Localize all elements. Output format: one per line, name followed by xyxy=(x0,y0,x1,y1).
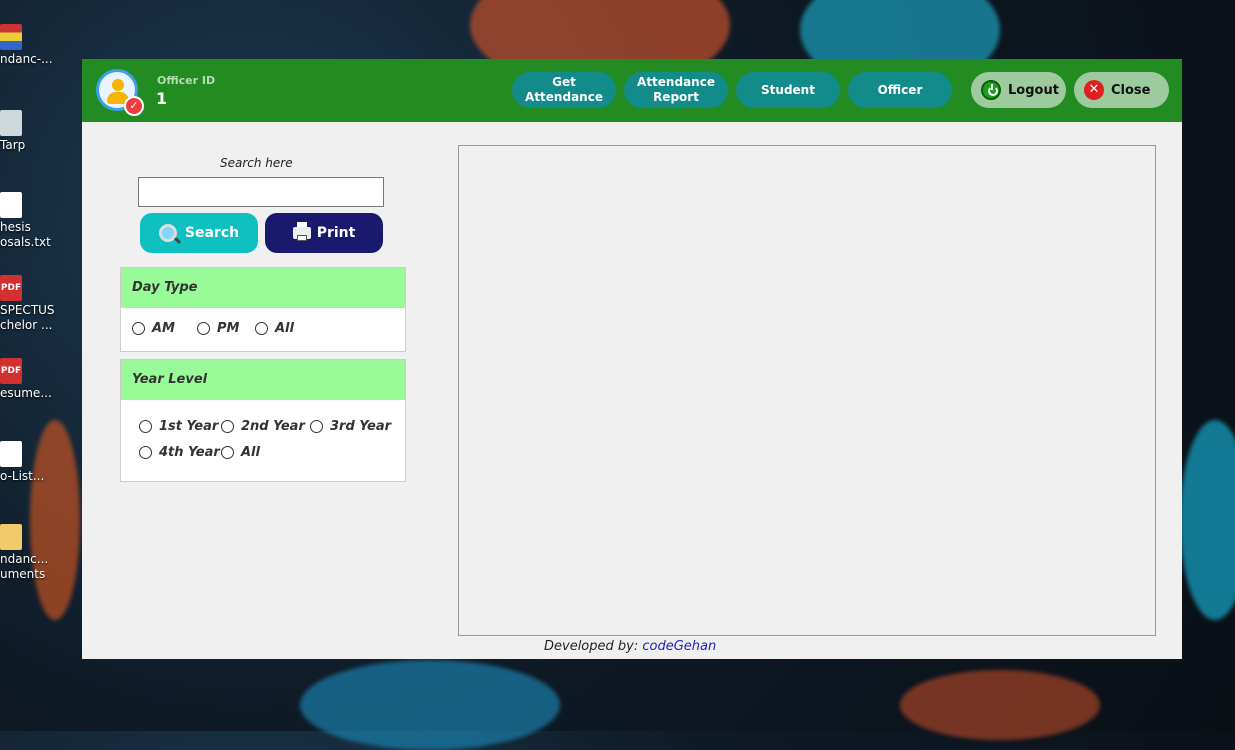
search-button[interactable]: Search xyxy=(140,213,258,253)
radio-circle[interactable] xyxy=(255,322,268,335)
radio-circle[interactable] xyxy=(221,420,234,433)
report-preview-area[interactable] xyxy=(458,145,1156,636)
year-level-title: Year Level xyxy=(121,360,405,400)
desktop-icon[interactable]: PDF SPECTUS chelor ... xyxy=(0,275,78,333)
pdf-badge: PDF xyxy=(0,283,22,293)
footer-credit: Developed by: codeGehan xyxy=(544,639,716,654)
desktop-icon-label: Tarp xyxy=(0,138,26,152)
logout-label: Logout xyxy=(1008,82,1059,98)
search-label: Search here xyxy=(220,156,293,170)
get-attendance-label: Get Attendance xyxy=(525,75,603,104)
desktop-icon[interactable]: ndanc-... xyxy=(0,24,78,66)
radio-circle[interactable] xyxy=(139,446,152,459)
desktop-icon-label: SPECTUS chelor ... xyxy=(0,303,55,332)
get-attendance-button[interactable]: Get Attendance xyxy=(512,72,616,108)
attendance-app-window: ✓ Officer ID 1 Get Attendance Attendance… xyxy=(82,59,1182,659)
radio-label: PM xyxy=(217,321,240,336)
radio-label: 1st Year xyxy=(159,419,219,434)
officer-button[interactable]: Officer xyxy=(848,72,952,108)
radio-am[interactable]: AM xyxy=(132,321,175,336)
officer-id-label: Officer ID xyxy=(157,74,216,87)
footer-developed-by: Developed by: xyxy=(544,639,639,654)
desktop-icon[interactable]: ndanc... uments xyxy=(0,524,78,582)
radio-circle[interactable] xyxy=(310,420,323,433)
year-level-panel: Year Level 1st Year 2nd Year 3rd Year 4t… xyxy=(120,359,406,482)
radio-day-all[interactable]: All xyxy=(255,321,294,336)
logout-button[interactable]: Logout xyxy=(971,72,1066,108)
radio-pm[interactable]: PM xyxy=(197,321,239,336)
pdf-badge: PDF xyxy=(0,366,22,376)
officer-id-value: 1 xyxy=(156,89,168,108)
radio-1st-year[interactable]: 1st Year xyxy=(139,419,218,434)
wallpaper-glow xyxy=(900,670,1100,740)
desktop-icon[interactable]: PDF esume... xyxy=(0,358,78,400)
pdf-icon: PDF xyxy=(0,358,22,384)
desktop-icon-label: esume... xyxy=(0,386,52,400)
power-icon xyxy=(981,80,1001,100)
desktop-icon-label: ndanc... uments xyxy=(0,552,49,581)
desktop-icon[interactable]: o-List... xyxy=(0,441,78,483)
radio-label: 2nd Year xyxy=(241,419,305,434)
header-bar: ✓ Officer ID 1 Get Attendance Attendance… xyxy=(82,59,1182,122)
attendance-report-button[interactable]: Attendance Report xyxy=(624,72,728,108)
radio-2nd-year[interactable]: 2nd Year xyxy=(221,419,305,434)
desktop-icon[interactable]: hesis osals.txt xyxy=(0,192,78,250)
radio-circle[interactable] xyxy=(197,322,210,335)
student-label: Student xyxy=(761,82,815,97)
avatar-head xyxy=(112,79,124,91)
radio-circle[interactable] xyxy=(221,446,234,459)
wallpaper-glow xyxy=(1180,420,1235,620)
radio-label: AM xyxy=(152,321,175,336)
attendance-report-label: Attendance Report xyxy=(637,75,715,104)
verified-check-icon: ✓ xyxy=(124,96,144,116)
desktop-icon[interactable]: Tarp xyxy=(0,110,78,152)
radio-4th-year[interactable]: 4th Year xyxy=(139,445,220,460)
search-button-label: Search xyxy=(184,225,240,241)
radio-year-all[interactable]: All xyxy=(221,445,260,460)
radio-3rd-year[interactable]: 3rd Year xyxy=(310,419,391,434)
desktop-icons: ndanc-... Tarp hesis osals.txt PDF SPECT… xyxy=(0,0,80,731)
desktop-icon-label: hesis osals.txt xyxy=(0,220,51,249)
desktop-icon-label: ndanc-... xyxy=(0,52,53,66)
radio-circle[interactable] xyxy=(132,322,145,335)
archive-icon xyxy=(0,24,22,50)
day-type-panel: Day Type AM PM All xyxy=(120,267,406,352)
student-button[interactable]: Student xyxy=(736,72,840,108)
radio-label: All xyxy=(241,445,260,460)
close-icon: ✕ xyxy=(1084,80,1104,100)
search-input[interactable] xyxy=(138,177,384,207)
search-icon xyxy=(158,224,177,242)
day-type-title: Day Type xyxy=(121,268,405,308)
developer-link[interactable]: codeGehan xyxy=(642,639,716,654)
print-button[interactable]: Print xyxy=(265,213,383,253)
desktop-icon-label: o-List... xyxy=(0,469,45,483)
close-label: Close xyxy=(1111,82,1151,98)
radio-label: 4th Year xyxy=(159,445,220,460)
radio-label: All xyxy=(275,321,294,336)
text-file-icon xyxy=(0,441,22,467)
printer-icon xyxy=(292,222,311,241)
pdf-icon: PDF xyxy=(0,275,22,301)
close-button[interactable]: ✕ Close xyxy=(1074,72,1169,108)
radio-label: 3rd Year xyxy=(330,419,392,434)
folder-icon xyxy=(0,524,22,550)
officer-label: Officer xyxy=(877,82,923,97)
text-file-icon xyxy=(0,192,22,218)
wallpaper-glow xyxy=(300,660,560,750)
print-button-label: Print xyxy=(316,225,356,241)
file-icon xyxy=(0,110,22,136)
radio-circle[interactable] xyxy=(139,420,152,433)
